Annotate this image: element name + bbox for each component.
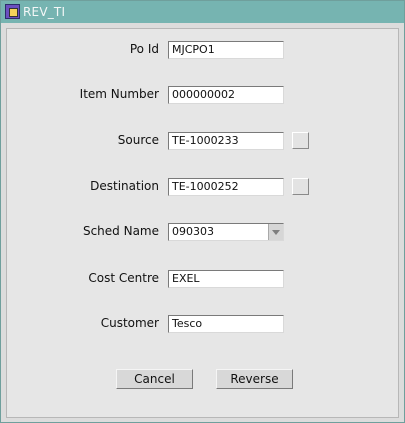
sched-name-select[interactable]: 090303 bbox=[168, 223, 284, 241]
title-bar[interactable]: REV_TI bbox=[1, 1, 404, 23]
app-icon bbox=[5, 4, 20, 19]
cost-centre-label: Cost Centre bbox=[88, 271, 159, 285]
rev-ti-window: REV_TI Po Id MJCPO1 Item Number 00000000… bbox=[0, 0, 405, 423]
po-id-field[interactable]: MJCPO1 bbox=[168, 41, 284, 59]
item-number-label: Item Number bbox=[79, 87, 159, 101]
cancel-button[interactable]: Cancel bbox=[116, 369, 193, 389]
item-number-field[interactable]: 000000002 bbox=[168, 86, 284, 104]
window-title: REV_TI bbox=[23, 5, 66, 19]
cost-centre-field[interactable]: EXEL bbox=[168, 270, 284, 288]
form-panel: Po Id MJCPO1 Item Number 000000002 Sourc… bbox=[6, 28, 399, 418]
customer-field[interactable]: Tesco bbox=[168, 315, 284, 333]
source-field[interactable]: TE-1000233 bbox=[168, 132, 284, 150]
destination-label: Destination bbox=[90, 179, 159, 193]
destination-field[interactable]: TE-1000252 bbox=[168, 178, 284, 196]
source-lookup-button[interactable] bbox=[292, 132, 309, 149]
reverse-button[interactable]: Reverse bbox=[216, 369, 293, 389]
customer-label: Customer bbox=[100, 316, 159, 330]
chevron-down-icon[interactable] bbox=[268, 224, 283, 240]
destination-lookup-button[interactable] bbox=[292, 178, 309, 195]
po-id-label: Po Id bbox=[129, 42, 159, 56]
sched-name-value: 090303 bbox=[172, 225, 214, 238]
source-label: Source bbox=[117, 133, 159, 147]
sched-name-label: Sched Name bbox=[82, 224, 159, 238]
